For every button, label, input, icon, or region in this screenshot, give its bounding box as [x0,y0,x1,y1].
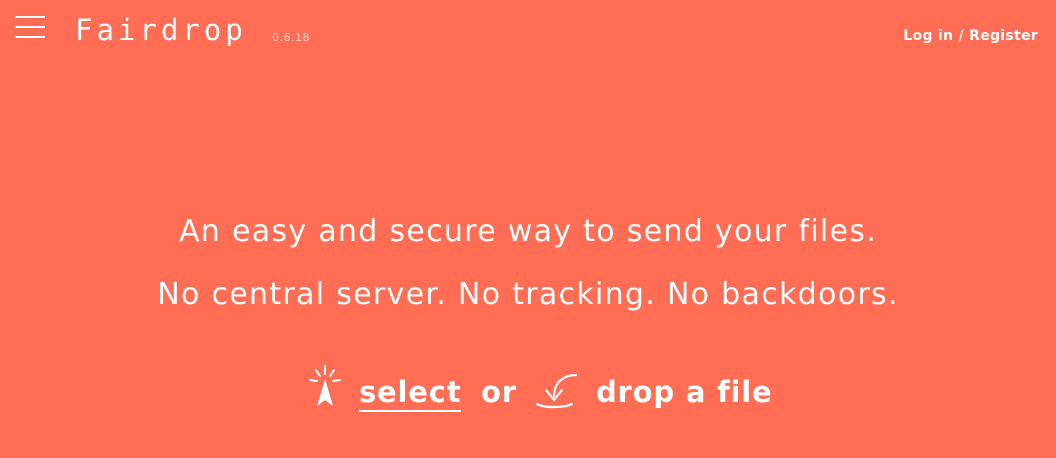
top-bar: Fairdrop 0.6.18 Log in / Register [0,0,1056,70]
cursor-click-icon[interactable] [307,364,343,408]
hero-headline: An easy and secure way to send your file… [178,214,878,249]
upload-actions: select or drop a file [0,362,1056,418]
auth-links: Log in / Register [903,27,1038,45]
app-logo[interactable]: Fairdrop [75,10,247,50]
auth-separator: / [953,28,970,44]
menu-line-top [15,16,45,18]
hamburger-menu-icon[interactable] [15,16,46,40]
app-version: 0.6.18 [272,31,310,44]
hero-subheadline: No central server. No tracking. No backd… [157,277,899,312]
register-link[interactable]: Register [969,28,1038,44]
menu-line-middle [15,26,45,28]
drop-file-label: drop a file [596,375,773,409]
drop-arrow-icon [535,373,578,409]
or-label: or [481,375,517,409]
select-file-link[interactable]: select [359,374,462,412]
login-link[interactable]: Log in [903,28,953,44]
menu-line-bottom [15,36,45,38]
